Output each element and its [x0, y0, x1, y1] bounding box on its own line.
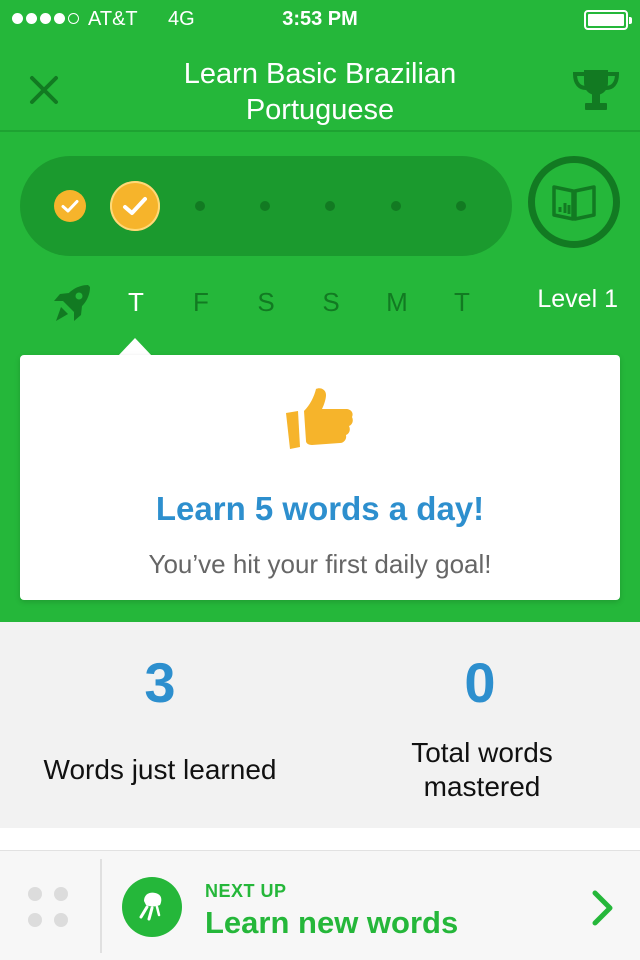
close-icon[interactable]: [24, 70, 64, 110]
status-time: 3:53 PM: [282, 8, 358, 30]
menu-grid-icon[interactable]: [26, 885, 72, 931]
mastered-label-line-2: mastered: [423, 771, 541, 802]
daily-progress-track: [20, 156, 512, 256]
weekday-label: T: [454, 287, 470, 317]
pending-day-dot: [456, 201, 466, 211]
chevron-right-icon[interactable]: [590, 889, 616, 927]
status-bar: AT&T 4G 3:53 PM: [0, 0, 640, 40]
trophy-icon[interactable]: [570, 64, 622, 116]
plant-icon[interactable]: [122, 877, 182, 937]
page-title: Learn Basic Brazilian Portuguese: [110, 56, 530, 128]
words-mastered-label: Total words mastered: [322, 736, 640, 804]
pending-day-dot: [325, 201, 335, 211]
completed-day-check-icon: [54, 190, 86, 222]
rocket-icon: [48, 281, 94, 327]
weekday-label: S: [257, 287, 275, 317]
level-label: Level 1: [537, 285, 618, 313]
words-mastered-count: 0: [464, 651, 496, 714]
next-activity-title[interactable]: Learn new words: [205, 905, 458, 941]
popup-title: Learn 5 words a day!: [155, 490, 485, 527]
weekday-label: S: [322, 287, 340, 317]
stats-panel: 3 Words just learned 0 Total words maste…: [0, 622, 640, 828]
title-line-2: Portuguese: [245, 94, 395, 126]
section-divider: [0, 828, 640, 850]
weekday-label: T: [128, 287, 144, 317]
daily-goal-popup: Learn 5 words a day! You’ve hit your fir…: [20, 355, 620, 600]
book-icon[interactable]: [528, 156, 620, 248]
words-learned-label: Words just learned: [43, 754, 277, 785]
pending-day-dot: [195, 201, 205, 211]
weekday-label: M: [386, 287, 408, 317]
nav-header: Learn Basic Brazilian Portuguese: [0, 40, 640, 132]
title-line-1: Learn Basic Brazilian: [183, 58, 457, 90]
words-learned-count: 3: [144, 651, 176, 714]
thumbs-up-icon: [284, 385, 356, 451]
pending-day-dot: [260, 201, 270, 211]
popup-subtitle: You’ve hit your first daily goal!: [148, 549, 492, 579]
pending-day-dot: [391, 201, 401, 211]
battery-icon: [584, 10, 632, 30]
weekday-label: F: [193, 287, 209, 317]
mastered-label-line-1: Total words: [411, 737, 553, 768]
next-up-bar[interactable]: NEXT UP Learn new words: [0, 850, 640, 960]
divider: [100, 859, 102, 953]
next-up-label: NEXT UP: [205, 881, 287, 901]
popup-pointer: [118, 338, 152, 356]
completed-day-check-icon: [110, 181, 160, 231]
